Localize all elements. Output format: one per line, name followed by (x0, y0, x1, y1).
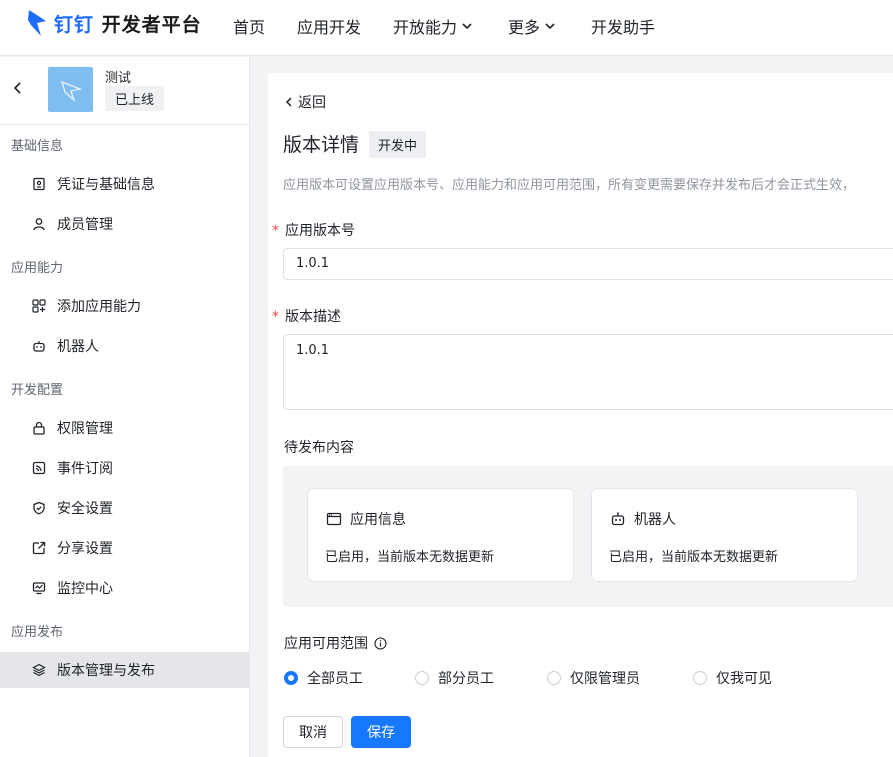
logo-brand: 钉钉 (54, 13, 95, 36)
sidebar: 测试 已上线 基础信息 凭证与基础信息 成员管理 应用能力 添加应用能力 机器人… (0, 57, 250, 757)
rss-icon (31, 460, 47, 476)
radio-circle (693, 671, 707, 685)
info-icon[interactable] (374, 636, 387, 650)
pending-card-app-info[interactable]: 应用信息 已启用，当前版本无数据更新 (307, 488, 574, 582)
cancel-button[interactable]: 取消 (283, 716, 343, 748)
shield-icon (31, 500, 47, 516)
layers-icon (31, 662, 47, 678)
monitor-icon (31, 580, 47, 596)
radio-circle (284, 671, 298, 685)
version-description-input[interactable]: 1.0.1 (283, 334, 893, 410)
sidebar-item-monitoring[interactable]: 监控中心 (0, 570, 249, 606)
status-badge: 开发中 (369, 131, 427, 158)
card-text: 已启用，当前版本无数据更新 (609, 550, 779, 565)
lock-icon (31, 420, 47, 436)
logo-title: 开发者平台 (101, 13, 202, 36)
card-title: 机器人 (634, 512, 676, 528)
nav-open-capabilities[interactable]: 开放能力 (393, 14, 473, 38)
chevron-left-icon[interactable] (12, 81, 24, 95)
app-name: 测试 (105, 71, 132, 86)
sidebar-item-add-capability[interactable]: 添加应用能力 (0, 288, 249, 324)
sidebar-item-event-subscription[interactable]: 事件订阅 (0, 450, 249, 486)
top-navigation-bar: 钉钉 开发者平台 首页 应用开发 开放能力 更多 开发助手 (0, 0, 893, 56)
group-app-publish: 应用发布 (11, 625, 64, 640)
card-title: 应用信息 (350, 512, 406, 528)
app-header: 测试 已上线 (0, 57, 249, 125)
app-icon (48, 67, 93, 112)
sidebar-item-members[interactable]: 成员管理 (0, 206, 249, 242)
sidebar-item-credentials[interactable]: 凭证与基础信息 (0, 166, 249, 202)
required-mark: * (272, 309, 279, 325)
back-link[interactable]: 返回 (284, 92, 326, 112)
sidebar-item-version-management[interactable]: 版本管理与发布 (0, 652, 249, 688)
add-capability-icon (31, 298, 47, 314)
version-number-input[interactable]: 1.0.1 (283, 248, 893, 280)
scope-radio-admins-only[interactable]: 仅限管理员 (547, 668, 640, 688)
share-icon (31, 540, 47, 556)
page-title: 版本详情 (283, 134, 360, 156)
robot-icon (611, 512, 625, 526)
chevron-down-icon (545, 23, 555, 30)
sidebar-item-share-settings[interactable]: 分享设置 (0, 530, 249, 566)
window-icon (326, 512, 342, 526)
sidebar-item-security[interactable]: 安全设置 (0, 490, 249, 526)
group-dev-config: 开发配置 (11, 383, 64, 398)
group-basic-info: 基础信息 (11, 139, 64, 154)
required-mark: * (272, 223, 279, 239)
nav-app-development[interactable]: 应用开发 (297, 14, 361, 38)
group-app-capabilities: 应用能力 (11, 261, 64, 276)
card-text: 已启用，当前版本无数据更新 (325, 550, 495, 565)
chevron-left-icon (285, 97, 292, 107)
nav-dev-assistant[interactable]: 开发助手 (591, 14, 655, 38)
nav-home[interactable]: 首页 (233, 14, 265, 38)
robot-icon (31, 338, 47, 354)
scope-radio-all-employees[interactable]: 全部员工 (284, 668, 363, 688)
version-number-label: * 应用版本号 (272, 223, 355, 239)
sidebar-item-robot[interactable]: 机器人 (0, 328, 249, 364)
app-status-badge: 已上线 (105, 86, 165, 111)
radio-circle (415, 671, 429, 685)
scope-radio-some-employees[interactable]: 部分员工 (415, 668, 494, 688)
user-icon (31, 216, 47, 232)
pending-content-label: 待发布内容 (284, 440, 354, 456)
dingtalk-logo-icon (28, 10, 46, 36)
pending-card-robot[interactable]: 机器人 已启用，当前版本无数据更新 (591, 488, 858, 582)
availability-scope-label: 应用可用范围 (284, 633, 387, 653)
version-detail-panel: 返回 版本详情 开发中 应用版本可设置应用版本号、应用能力和应用可用范围，所有变… (268, 73, 893, 757)
page-description: 应用版本可设置应用版本号、应用能力和应用可用范围，所有变更需要保存并发布后才会正… (283, 178, 856, 193)
version-description-label: * 版本描述 (272, 309, 341, 325)
scope-radio-only-me[interactable]: 仅我可见 (693, 668, 772, 688)
dingtalk-logo[interactable]: 钉钉 开发者平台 (26, 8, 202, 38)
save-button[interactable]: 保存 (351, 716, 411, 748)
chevron-down-icon (462, 23, 472, 30)
credential-icon (31, 176, 47, 192)
radio-circle (547, 671, 561, 685)
pending-content-box: 应用信息 已启用，当前版本无数据更新 机器人 已启用，当前版本无数据更新 (283, 466, 893, 607)
nav-more[interactable]: 更多 (508, 14, 556, 38)
app-logo-icon (60, 80, 82, 102)
sidebar-item-permissions[interactable]: 权限管理 (0, 410, 249, 446)
